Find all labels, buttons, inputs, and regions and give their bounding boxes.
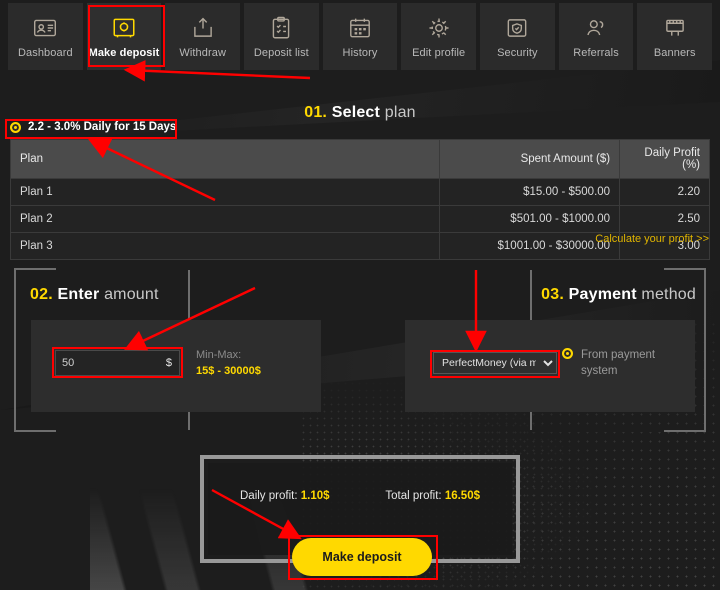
nav-item-withdraw[interactable]: Withdraw — [165, 3, 241, 70]
nav-label: Make deposit — [88, 46, 160, 59]
shield-check-icon — [504, 15, 530, 41]
payment-source-option[interactable]: From payment system — [562, 348, 682, 379]
main-navigation: Dashboard Make deposit Withdraw Deposit … — [0, 0, 720, 70]
daily-profit: Daily profit: 1.10$ — [240, 490, 330, 502]
step2-heading-normal: amount — [104, 286, 159, 303]
cell-spent-amount: $15.00 - $500.00 — [439, 178, 621, 206]
nav-label: History — [342, 46, 378, 59]
step2-heading: 02. Enter amount — [30, 286, 159, 304]
plan-radio-option[interactable]: 2.2 - 3.0% Daily for 15 Days — [10, 121, 176, 133]
calendar-icon — [347, 15, 373, 41]
cell-spent-amount: $1001.00 - $30000.00 — [439, 232, 621, 260]
safe-vault-icon — [111, 15, 137, 41]
table-header-row: Plan Spent Amount ($) Daily Profit (%) — [9, 139, 710, 179]
cell-daily-profit: 2.20 — [619, 178, 710, 206]
daily-profit-label: Daily profit: — [240, 490, 298, 502]
column-header-profit: Daily Profit (%) — [619, 139, 710, 179]
cell-daily-profit: 2.50 — [619, 205, 710, 233]
step1-heading: 01. Select plan — [0, 104, 720, 122]
total-profit-value: 16.50$ — [444, 490, 480, 502]
make-deposit-button[interactable]: Make deposit — [292, 538, 432, 576]
amount-input[interactable] — [56, 351, 166, 375]
upload-box-icon — [190, 15, 216, 41]
nav-item-security[interactable]: Security — [480, 3, 555, 70]
step1-heading-number: 01. — [304, 104, 328, 121]
nav-item-banners[interactable]: Banners — [637, 3, 713, 70]
nav-item-make-deposit[interactable]: Make deposit — [86, 3, 162, 70]
cell-plan-name: Plan 1 — [9, 178, 441, 206]
payment-method-select[interactable]: PerfectMoney (via merchant) — [433, 352, 557, 374]
currency-symbol: $ — [165, 357, 172, 369]
amount-field-wrapper[interactable]: $ — [55, 350, 180, 376]
table-row[interactable]: Plan 2 $501.00 - $1000.00 2.50 — [9, 205, 710, 233]
cell-plan-name: Plan 2 — [9, 205, 441, 233]
nav-label: Dashboard — [17, 46, 73, 59]
min-max-label: Min-Max: — [196, 349, 242, 361]
step1-heading-bold: Select — [331, 104, 381, 121]
total-profit: Total profit: 16.50$ — [385, 490, 480, 502]
users-icon — [583, 15, 609, 41]
cell-spent-amount: $501.00 - $1000.00 — [439, 205, 621, 233]
table-row[interactable]: Plan 1 $15.00 - $500.00 2.20 — [9, 178, 710, 206]
nav-label: Edit profile — [412, 46, 466, 59]
nav-label: Referrals — [573, 46, 619, 59]
calculate-profit-link[interactable]: Calculate your profit >> — [595, 233, 709, 245]
nav-item-dashboard[interactable]: Dashboard — [8, 3, 83, 70]
nav-item-deposit-list[interactable]: Deposit list — [244, 3, 319, 70]
nav-label: Security — [497, 46, 538, 59]
id-card-icon — [32, 15, 58, 41]
min-max-value: 15$ - 30000$ — [196, 364, 261, 377]
step3-heading-normal: method — [641, 286, 696, 303]
payment-source-label: From payment system — [581, 349, 656, 377]
step3-heading-number: 03. — [541, 286, 564, 303]
step1-heading-normal: plan — [384, 104, 416, 121]
nav-label: Deposit list — [253, 46, 309, 59]
nav-item-referrals[interactable]: Referrals — [558, 3, 634, 70]
min-max-info: Min-Max: 15$ - 30000$ — [196, 348, 261, 380]
step2-heading-number: 02. — [30, 286, 53, 303]
daily-profit-value: 1.10$ — [300, 490, 330, 502]
nav-item-history[interactable]: History — [322, 3, 398, 70]
step2-heading-bold: Enter — [57, 286, 100, 303]
clipboard-list-icon — [268, 15, 294, 41]
step3-heading: 03. Payment method — [541, 286, 696, 304]
profit-summary-row: Daily profit: 1.10$ Total profit: 16.50$ — [208, 490, 512, 502]
nav-item-edit-profile[interactable]: Edit profile — [401, 3, 477, 70]
radio-selected-icon[interactable] — [562, 348, 573, 359]
gear-icon — [426, 15, 452, 41]
total-profit-label: Total profit: — [385, 490, 442, 502]
deposit-page: Dashboard Make deposit Withdraw Deposit … — [0, 0, 720, 590]
nav-label: Withdraw — [179, 46, 226, 59]
cell-plan-name: Plan 3 — [9, 232, 441, 260]
radio-selected-icon[interactable] — [10, 121, 21, 133]
plan-radio-label: 2.2 - 3.0% Daily for 15 Days — [28, 121, 177, 133]
banner-icon — [662, 15, 688, 41]
column-header-plan: Plan — [9, 139, 441, 179]
column-header-spent: Spent Amount ($) — [439, 139, 621, 179]
nav-label: Banners — [653, 46, 696, 59]
step3-heading-bold: Payment — [568, 286, 637, 303]
